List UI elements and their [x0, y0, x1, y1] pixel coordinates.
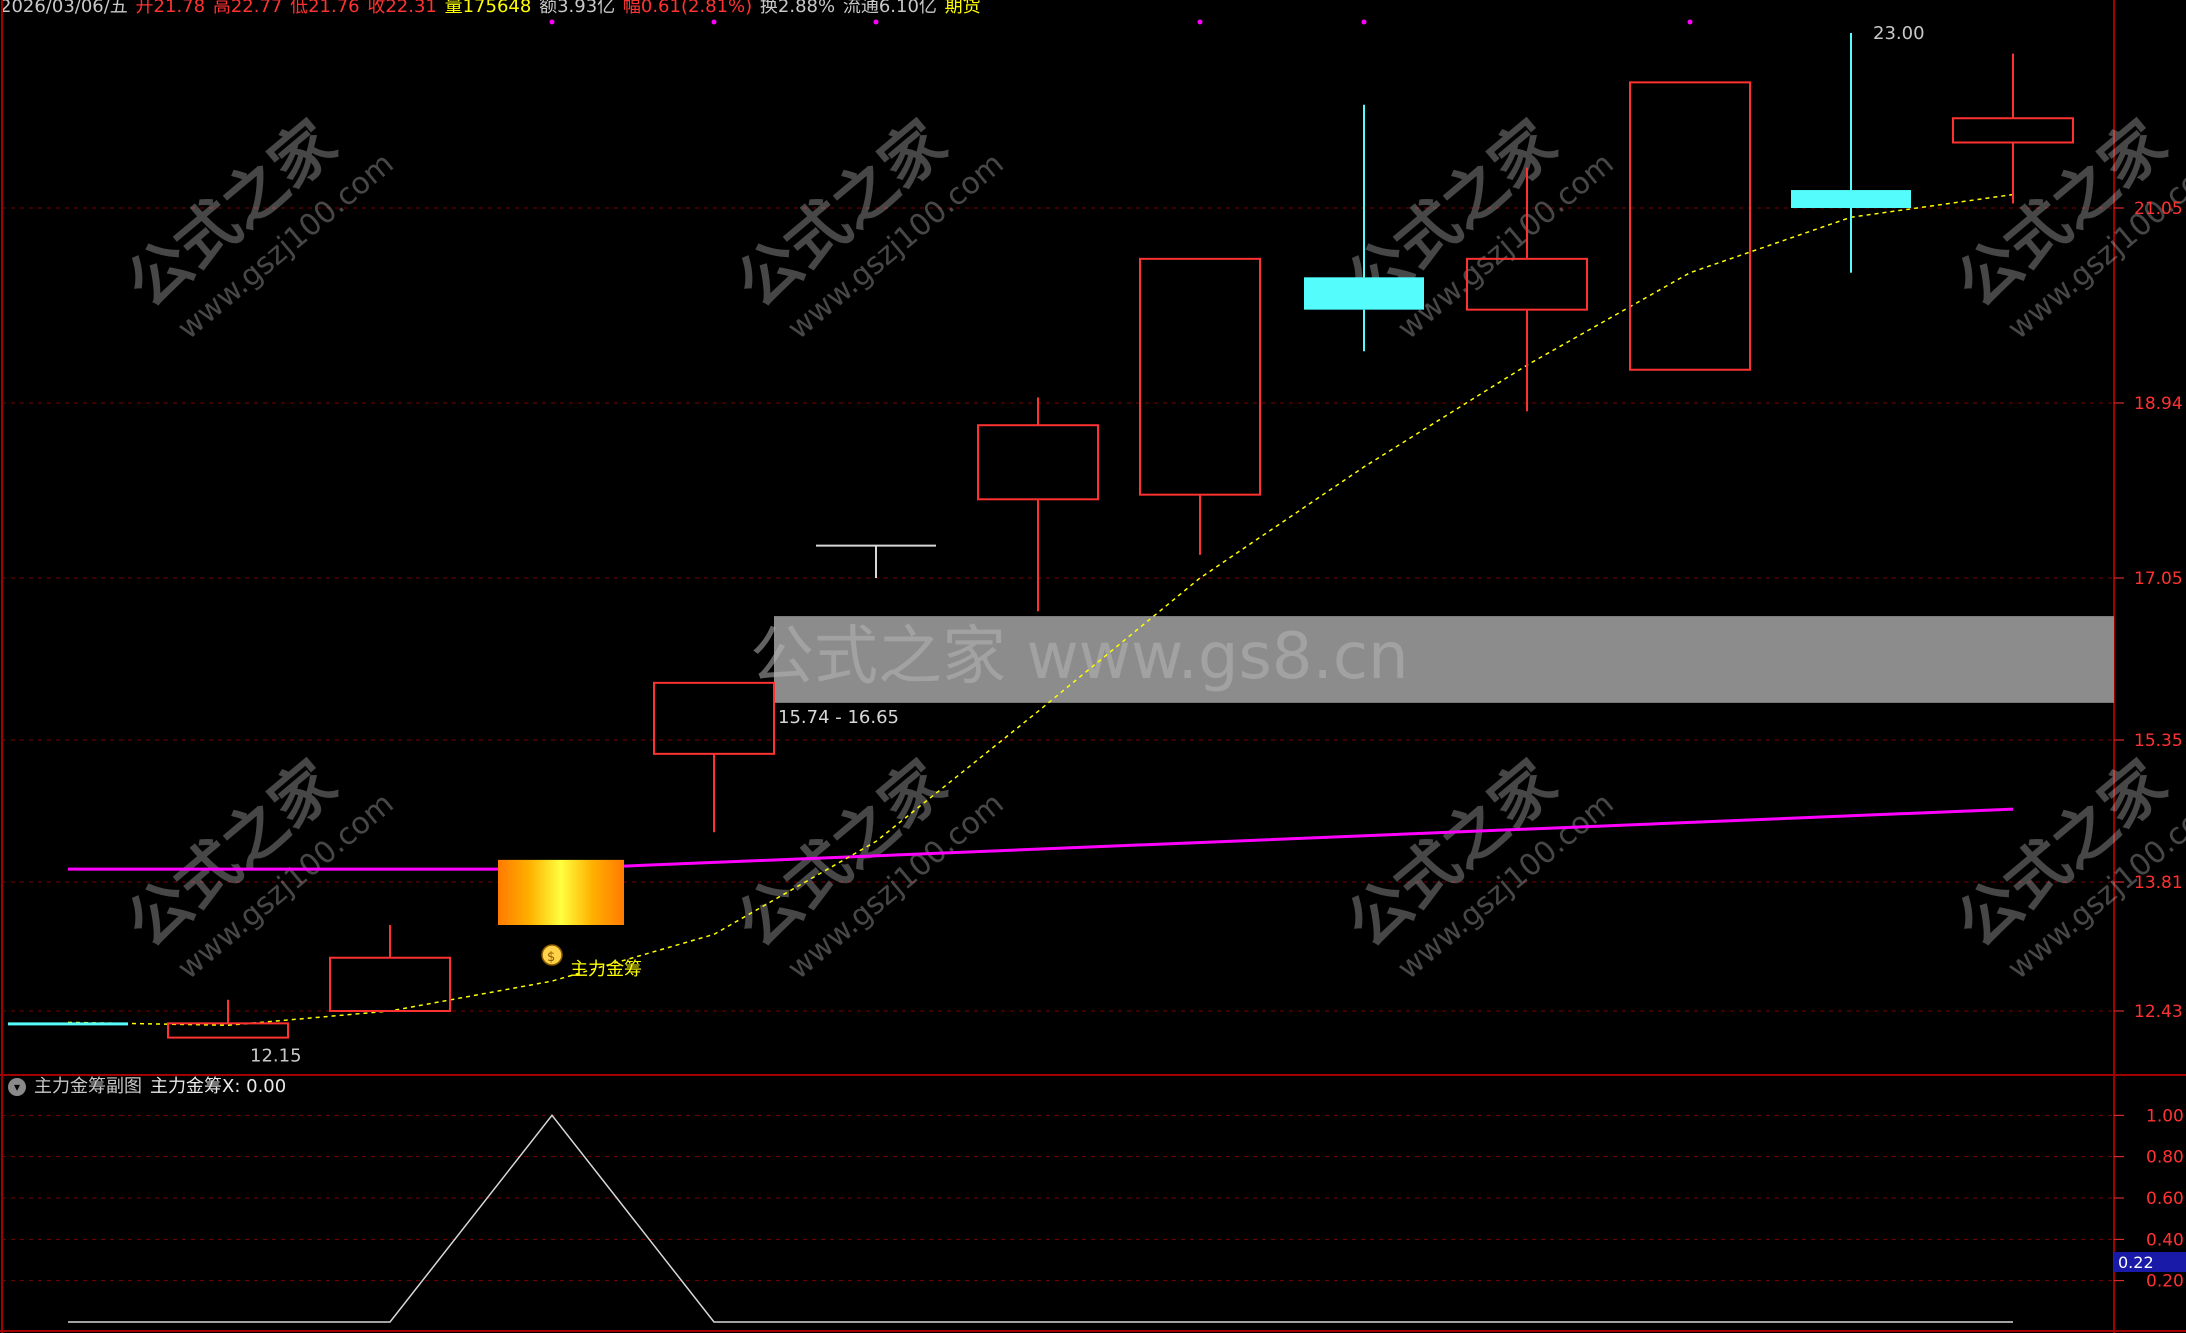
top-dot	[1361, 19, 1367, 25]
candlestick-chart[interactable]: 公式之家www.gszj100.com 公式之家www.gszj100.com 公式…	[0, 0, 2186, 1333]
candle-body	[1304, 277, 1424, 310]
watermark: 公式之家www.gszj100.com	[1943, 106, 2186, 346]
watermark: 公式之家www.gszj100.com	[1943, 746, 2186, 986]
money-bag-icon: $	[541, 944, 563, 966]
price-axis-label: 12.43	[2134, 1002, 2183, 1022]
candle	[1629, 81, 1751, 371]
ma-short-line	[67, 193, 2014, 1027]
top-dot	[1197, 19, 1203, 25]
high-price-marker: 23.00	[1873, 23, 1925, 44]
candle-body	[1139, 257, 1261, 496]
price-axis-label: 18.94	[2134, 394, 2183, 414]
sub-axis-label: 1.00	[2146, 1106, 2184, 1126]
watermark: 公式之家www.gszj100.com	[113, 106, 401, 346]
candle	[816, 544, 936, 578]
candle-body	[8, 1022, 128, 1026]
sub-axis-label: 0.80	[2146, 1148, 2184, 1168]
candle	[1139, 257, 1261, 555]
candle	[498, 859, 624, 925]
sub-axis-label: 0.20	[2146, 1272, 2184, 1292]
candle	[653, 681, 775, 833]
current-value-text: 0.22	[2118, 1253, 2154, 1272]
candle-body	[1629, 81, 1751, 371]
price-axis-label: 17.05	[2134, 569, 2183, 589]
top-dot	[549, 19, 555, 25]
candle	[1791, 33, 1911, 273]
sub-chart-header: ▾ 主力金筹副图 主力金筹X: 0.00	[8, 1076, 286, 1098]
price-grid	[2, 207, 2114, 1012]
price-axis-label: 13.81	[2134, 873, 2183, 893]
watermark-layer: 公式之家www.gszj100.com 公式之家www.gszj100.com 公式…	[113, 106, 2186, 986]
candle	[167, 999, 289, 1039]
price-axis-label: 21.05	[2134, 199, 2183, 219]
top-dot	[711, 19, 717, 25]
low-price-marker: 12.15	[250, 1046, 302, 1067]
sub-axis-label: 0.60	[2146, 1189, 2184, 1209]
candle-body	[329, 956, 451, 1013]
top-marker-dots	[549, 19, 1693, 25]
sub-series-label: 主力金筹X: 0.00	[150, 1076, 287, 1097]
stock-chart-window: 2026/03/06/五 开21.78 高22.77 低21.76 收22.31…	[0, 0, 2186, 1333]
top-dot	[873, 19, 879, 25]
candle-body	[1952, 117, 2074, 144]
candle-body	[977, 424, 1099, 501]
collapse-toggle-icon[interactable]: ▾	[8, 1078, 26, 1096]
sub-chart-title[interactable]: 主力金筹副图	[34, 1076, 142, 1098]
sub-axis-label: 0.40	[2146, 1230, 2184, 1250]
money-bag-glyph: $	[547, 950, 555, 965]
zone-banner-watermark: 公式之家 www.gs8.cn	[750, 620, 1409, 694]
signal-label: 主力金筹	[570, 959, 642, 980]
zone-range-label: 15.74 - 16.65	[778, 707, 899, 728]
signal-candle-body	[498, 859, 624, 925]
watermark: 公式之家www.gszj100.com	[723, 106, 1011, 346]
candle	[329, 925, 451, 1013]
sub-grid	[2, 1114, 2114, 1282]
watermark: 公式之家www.gszj100.com	[113, 746, 401, 986]
candle	[977, 397, 1099, 612]
top-dot	[1687, 19, 1693, 25]
sub-indicator-line	[68, 1114, 2013, 1323]
watermark: 公式之家www.gszj100.com	[1333, 106, 1621, 346]
candle-body	[1791, 190, 1911, 208]
watermark: 公式之家www.gszj100.com	[1333, 746, 1621, 986]
price-axis-label: 15.35	[2134, 731, 2183, 751]
candle	[8, 1022, 128, 1026]
